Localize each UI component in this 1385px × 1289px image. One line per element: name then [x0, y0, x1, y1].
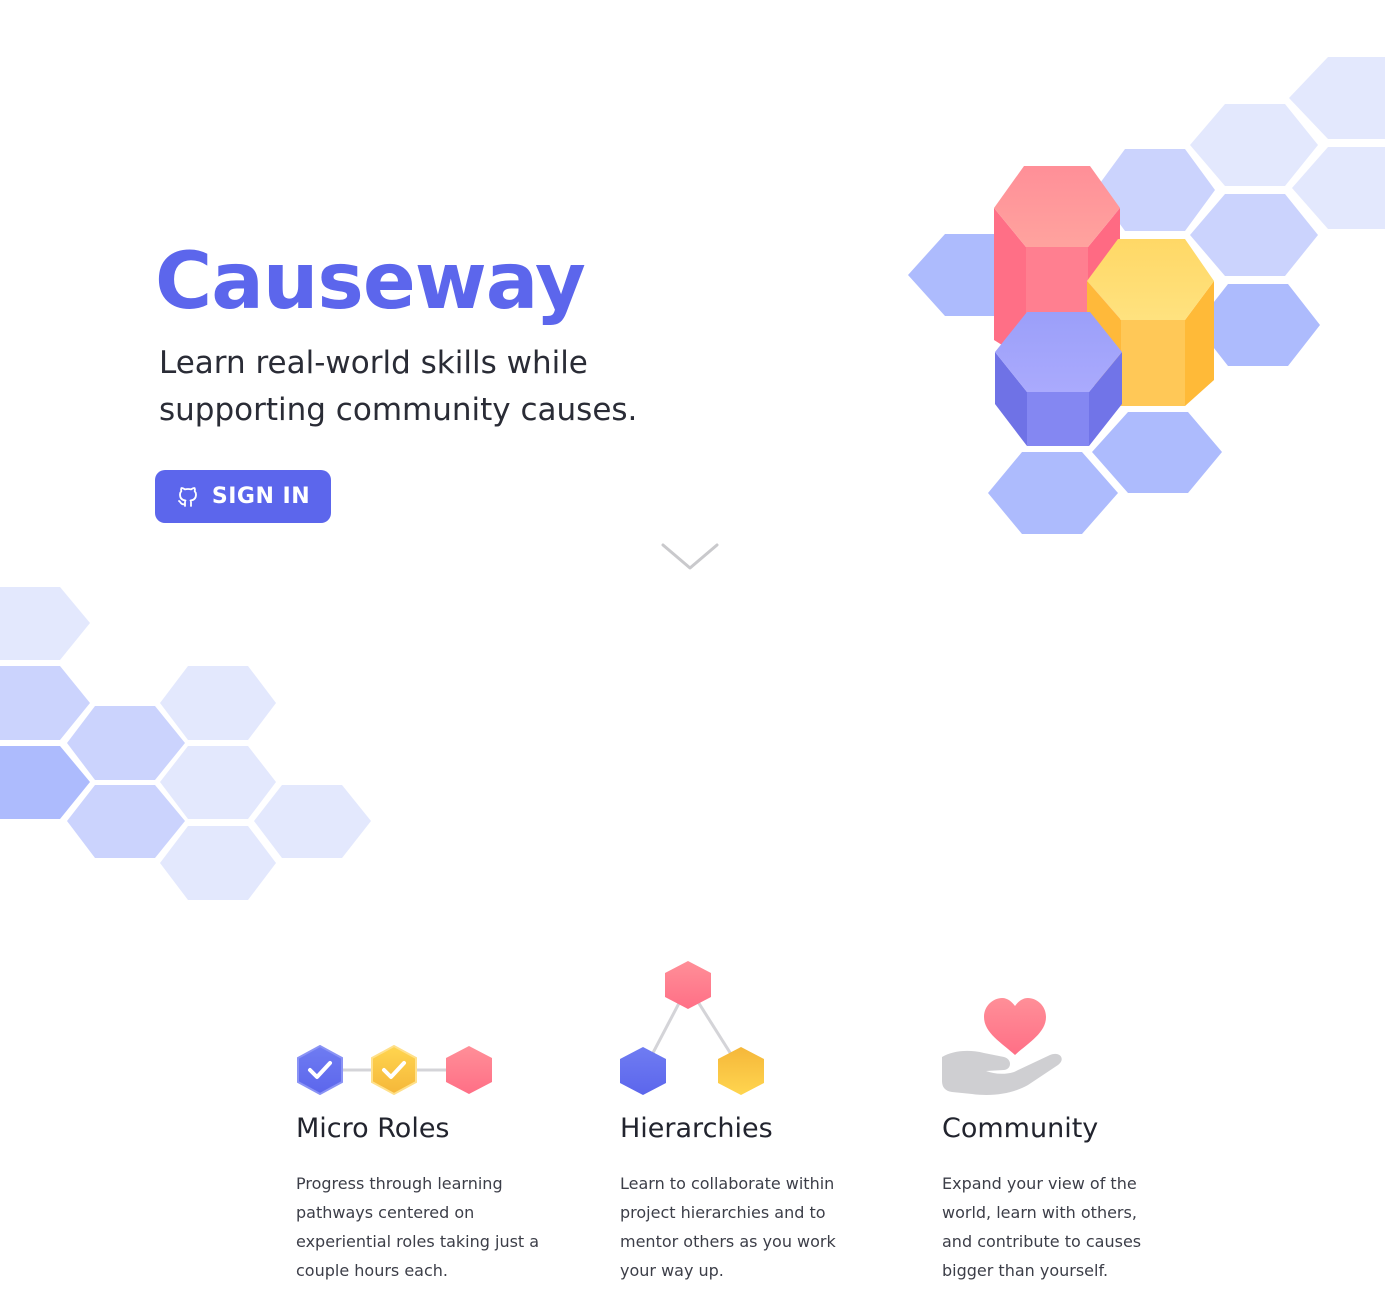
micro-roles-icon	[297, 1044, 492, 1096]
heart-hand-icon	[942, 998, 1062, 1095]
hero-tagline: Learn real-world skills while supporting…	[159, 345, 638, 428]
app-title: Causeway	[155, 237, 586, 327]
hierarchy-icon	[620, 961, 764, 1095]
sign-in-label: SIGN IN	[211, 484, 311, 509]
feature-description: Progress through learning pathways cente…	[296, 1174, 540, 1280]
sign-in-button[interactable]: SIGN IN	[155, 470, 331, 523]
feature-description: Expand your view of the world, learn wit…	[942, 1174, 1142, 1280]
left-hexagon-cluster	[0, 587, 371, 900]
chevron-down-icon[interactable]	[660, 540, 720, 572]
feature-description: Learn to collaborate within project hier…	[620, 1174, 836, 1280]
feature-title: Community	[942, 1113, 1099, 1144]
feature-title: Micro Roles	[296, 1113, 450, 1144]
github-icon	[177, 486, 197, 507]
feature-title: Hierarchies	[620, 1113, 773, 1144]
